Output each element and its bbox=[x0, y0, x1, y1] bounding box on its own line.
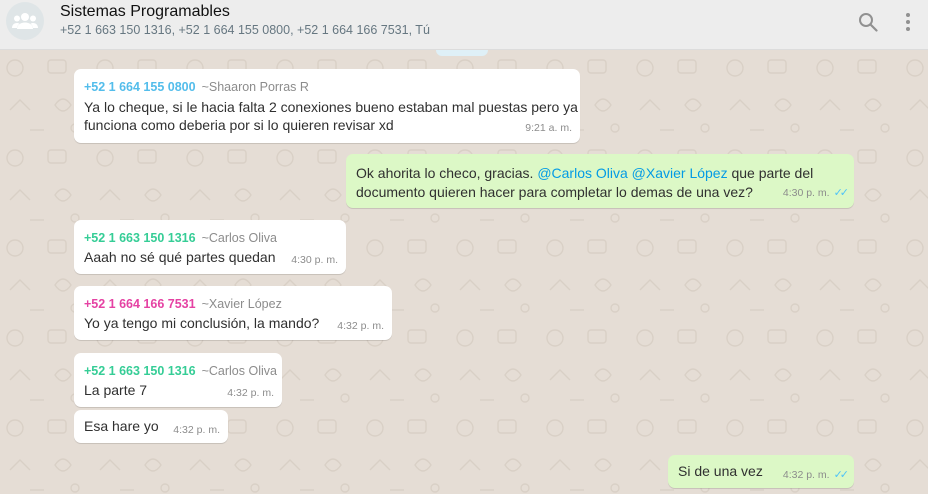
message-text-part: Ok ahorita lo checo, gracias. bbox=[356, 165, 538, 181]
chat-participants[interactable]: +52 1 663 150 1316, +52 1 664 155 0800, … bbox=[60, 23, 430, 37]
message-bubble-outgoing[interactable]: Si de una vez 4:32 p. m. ✓✓ bbox=[668, 455, 854, 488]
group-avatar[interactable] bbox=[6, 2, 44, 40]
message-meta: 4:30 p. m. ✓✓ bbox=[782, 183, 850, 203]
message-time: 4:32 p. m. bbox=[337, 320, 384, 332]
message-sender: +52 1 664 166 7531 ~Xavier López bbox=[84, 294, 282, 314]
sender-number[interactable]: +52 1 663 150 1316 bbox=[84, 364, 196, 378]
message-text: Ya lo cheque, si le hacia falta 2 conexi… bbox=[84, 99, 578, 115]
message-time: 4:32 p. m. bbox=[782, 469, 830, 481]
message-text: funciona como deberia por si lo quieren … bbox=[84, 117, 394, 133]
read-receipt-icon: ✓✓ bbox=[833, 469, 850, 481]
sender-number[interactable]: +52 1 663 150 1316 bbox=[84, 231, 196, 245]
message-text-part: que parte del bbox=[727, 165, 814, 181]
message-text: Si de una vez bbox=[678, 463, 763, 479]
message-sender: +52 1 663 150 1316 ~Carlos Oliva bbox=[84, 361, 277, 381]
chat-header: Sistemas Programables +52 1 663 150 1316… bbox=[0, 0, 928, 50]
sender-alias: ~Carlos Oliva bbox=[201, 364, 277, 378]
message-text: Esa hare yo bbox=[84, 418, 159, 434]
message-time: 9:21 a. m. bbox=[525, 122, 572, 134]
message-sender: +52 1 663 150 1316 ~Carlos Oliva bbox=[84, 228, 277, 248]
more-vertical-icon bbox=[906, 13, 910, 31]
group-icon bbox=[12, 13, 38, 29]
message-text: documento quieren hacer para completar l… bbox=[356, 184, 753, 200]
message-text: Yo ya tengo mi conclusión, la mando? bbox=[84, 315, 320, 331]
message-time: 4:32 p. m. bbox=[173, 424, 220, 436]
message-bubble-incoming[interactable]: Esa hare yo 4:32 p. m. bbox=[74, 410, 228, 443]
message-list[interactable]: +52 1 664 155 0800 ~Shaaron Porras R Ya l… bbox=[0, 50, 928, 494]
previous-message-stub bbox=[436, 50, 488, 56]
message-time: 4:30 p. m. bbox=[291, 254, 338, 266]
message-bubble-incoming[interactable]: +52 1 663 150 1316 ~Carlos Oliva La parte… bbox=[74, 353, 282, 407]
menu-button[interactable] bbox=[896, 10, 920, 34]
search-icon bbox=[859, 13, 878, 32]
message-bubble-incoming[interactable]: +52 1 664 166 7531 ~Xavier López Yo ya te… bbox=[74, 286, 392, 340]
message-text: Aaah no sé qué partes quedan bbox=[84, 249, 276, 265]
sender-alias: ~Shaaron Porras R bbox=[201, 80, 309, 94]
message-bubble-outgoing[interactable]: Ok ahorita lo checo, gracias. @Carlos Ol… bbox=[346, 154, 854, 208]
message-time: 4:32 p. m. bbox=[227, 387, 274, 399]
mention-link[interactable]: @Carlos Oliva bbox=[537, 165, 627, 181]
message-text: Ok ahorita lo checo, gracias. @Carlos Ol… bbox=[356, 163, 813, 183]
search-button[interactable] bbox=[856, 10, 880, 34]
sender-alias: ~Carlos Oliva bbox=[201, 231, 277, 245]
read-receipt-icon: ✓✓ bbox=[833, 187, 850, 199]
message-text: La parte 7 bbox=[84, 382, 148, 398]
message-bubble-incoming[interactable]: +52 1 663 150 1316 ~Carlos Oliva Aaah no … bbox=[74, 220, 346, 274]
chat-title[interactable]: Sistemas Programables bbox=[60, 3, 230, 21]
message-meta: 4:32 p. m. ✓✓ bbox=[782, 465, 850, 485]
mention-link[interactable]: @Xavier López bbox=[632, 165, 728, 181]
sender-alias: ~Xavier López bbox=[201, 297, 282, 311]
message-bubble-incoming[interactable]: +52 1 664 155 0800 ~Shaaron Porras R Ya l… bbox=[74, 69, 580, 143]
message-time: 4:30 p. m. bbox=[782, 187, 830, 199]
message-sender: +52 1 664 155 0800 ~Shaaron Porras R bbox=[84, 77, 309, 97]
sender-number[interactable]: +52 1 664 155 0800 bbox=[84, 80, 196, 94]
sender-number[interactable]: +52 1 664 166 7531 bbox=[84, 297, 196, 311]
